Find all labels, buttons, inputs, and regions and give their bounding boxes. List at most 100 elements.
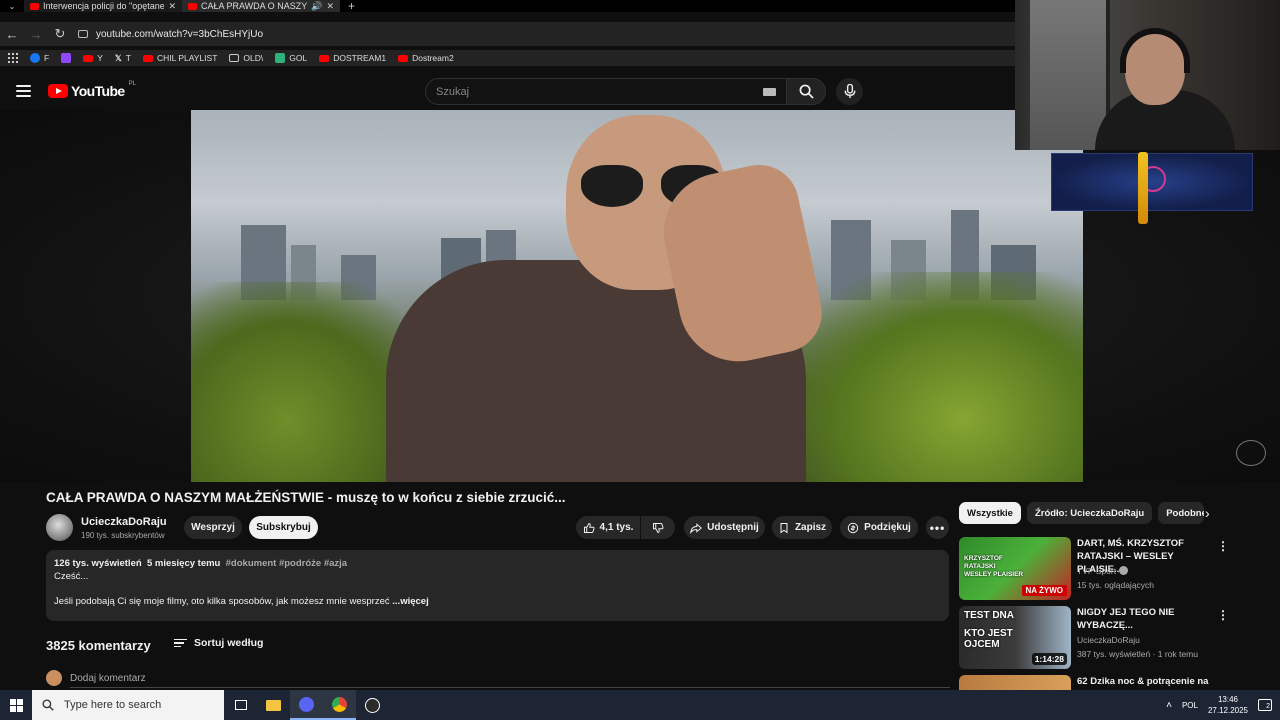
taskbar-search-input[interactable]: Type here to search bbox=[32, 690, 224, 720]
support-button[interactable]: Wesprzyj bbox=[184, 516, 242, 539]
start-button[interactable] bbox=[0, 690, 32, 720]
youtube-logo[interactable]: YouTube PL bbox=[48, 81, 136, 99]
bookmark-icon bbox=[780, 522, 788, 533]
bookmark-dostream1[interactable]: DOSTREAM1 bbox=[319, 53, 386, 63]
close-tab-icon[interactable]: ✕ bbox=[168, 1, 176, 12]
chip-similar[interactable]: Podobne bbox=[1158, 502, 1205, 524]
youtube-icon bbox=[142, 54, 153, 62]
bookmark-chil-playlist[interactable]: CHIL PLAYLIST bbox=[142, 53, 217, 63]
live-badge: NA ŻYWO bbox=[1021, 585, 1067, 596]
close-tab-icon[interactable]: ✕ bbox=[326, 1, 334, 12]
apps-grid-icon[interactable] bbox=[8, 53, 18, 63]
recommendation-item[interactable]: TEST DNA KTO JEST OJCEM 1:14:28 NIGDY JE… bbox=[959, 606, 1239, 670]
site-info-icon[interactable] bbox=[78, 30, 88, 38]
speaker-icon[interactable]: 🔊 bbox=[311, 1, 322, 12]
menu-icon[interactable] bbox=[16, 85, 31, 97]
search-input[interactable]: Szukaj bbox=[425, 78, 787, 105]
channel-watermark-icon[interactable] bbox=[1236, 440, 1266, 466]
bookmark-f[interactable]: F bbox=[30, 53, 49, 63]
folder-icon bbox=[229, 54, 240, 62]
task-view-button[interactable] bbox=[224, 690, 257, 720]
recommendation-item[interactable]: 62 Dzika noc & potrącenie na bbox=[959, 675, 1239, 690]
new-tab-plus-icon[interactable]: + bbox=[340, 0, 363, 13]
bookmark-y[interactable]: Y bbox=[83, 53, 103, 63]
youtube-play-icon bbox=[48, 84, 68, 98]
back-arrow-icon[interactable]: ← bbox=[0, 27, 24, 42]
thumbs-down-icon bbox=[653, 522, 664, 533]
share-button[interactable]: Udostępnij bbox=[684, 516, 765, 539]
voice-search-button[interactable] bbox=[836, 78, 863, 105]
recommendation-meta: 15 tys. oglądających bbox=[1077, 580, 1155, 590]
twitch-icon bbox=[61, 53, 72, 63]
chip-source-channel[interactable]: Źródło: UcieczkaDoRaju bbox=[1026, 502, 1153, 524]
thanks-button[interactable]: Podziękuj bbox=[840, 516, 918, 539]
more-horizontal-icon: ••• bbox=[929, 520, 946, 535]
chevron-up-icon[interactable]: ˄ bbox=[1166, 700, 1172, 711]
tab-title: CAŁA PRAWDA O NASZYM MAŁŻEŃSTWIE bbox=[201, 1, 308, 11]
more-vertical-icon[interactable]: ⋮ bbox=[1217, 539, 1229, 553]
chip-all[interactable]: Wszystkie bbox=[959, 502, 1021, 524]
search-icon bbox=[799, 84, 814, 99]
youtube-icon bbox=[83, 54, 94, 62]
recommendation-channel[interactable]: TVP Sport bbox=[1077, 566, 1129, 576]
keyboard-icon[interactable] bbox=[763, 88, 776, 96]
recommendation-item[interactable]: KRZYSZTOF RATAJSKI WESLEY PLAISIER NA ŻY… bbox=[959, 537, 1239, 601]
browser-tab-1[interactable]: Interwencja policji do "opętanego ✕ bbox=[24, 0, 182, 12]
windows-logo-icon bbox=[9, 698, 23, 712]
file-explorer-button[interactable] bbox=[257, 690, 290, 720]
like-button[interactable]: 4,1 tys. bbox=[576, 516, 640, 539]
youtube-icon bbox=[319, 54, 330, 62]
recommendation-thumbnail[interactable]: KRZYSZTOF RATAJSKI WESLEY PLAISIER NA ŻY… bbox=[959, 537, 1071, 600]
clock[interactable]: 13:46 27.12.2025 bbox=[1208, 694, 1248, 716]
search-button[interactable] bbox=[786, 78, 826, 105]
tab-search-chevron-icon[interactable]: ⌄ bbox=[0, 0, 24, 12]
recommendation-meta: 387 tys. wyświetleń · 1 rok temu bbox=[1077, 649, 1198, 659]
channel-avatar[interactable] bbox=[46, 514, 73, 541]
add-comment-input[interactable]: Dodaj komentarz bbox=[70, 673, 146, 684]
notification-icon[interactable]: 2 bbox=[1258, 699, 1272, 711]
dislike-button[interactable] bbox=[641, 516, 675, 539]
recommendation-channel[interactable]: UcieczkaDoRaju bbox=[1077, 635, 1140, 645]
recommendation-title[interactable]: 62 Dzika noc & potrącenie na bbox=[1077, 675, 1217, 688]
save-button[interactable]: Zapisz bbox=[772, 516, 832, 539]
discord-icon bbox=[299, 696, 314, 712]
tab-title: Interwencja policji do "opętanego bbox=[43, 1, 165, 11]
sort-comments-button[interactable]: Sortuj według bbox=[174, 637, 263, 649]
bookmark-gol[interactable]: GOL bbox=[275, 53, 307, 63]
bookmark-old[interactable]: OLD\ bbox=[229, 53, 263, 63]
user-avatar bbox=[46, 670, 62, 686]
youtube-favicon-icon bbox=[188, 2, 197, 10]
description-box[interactable]: 126 tys. wyświetleń 5 miesięcy temu #dok… bbox=[46, 550, 949, 621]
browser-tab-2[interactable]: CAŁA PRAWDA O NASZYM MAŁŻEŃSTWIE 🔊 ✕ bbox=[182, 0, 340, 12]
channel-row: UcieczkaDoRaju 190 tys. subskrybentów We… bbox=[46, 514, 949, 542]
more-vertical-icon[interactable]: ⋮ bbox=[1217, 608, 1229, 622]
recommendation-title[interactable]: NIGDY JEJ TEGO NIE WYBACZĘ... bbox=[1077, 606, 1217, 632]
bookmark-t[interactable]: 𝕏T bbox=[115, 53, 131, 64]
bookmark-dostream2[interactable]: Dostream2 bbox=[398, 53, 454, 63]
task-view-icon bbox=[234, 700, 247, 710]
discord-button[interactable] bbox=[290, 690, 323, 720]
subscribe-button[interactable]: Subskrybuj bbox=[249, 516, 318, 539]
video-player[interactable] bbox=[191, 110, 1083, 482]
chevron-right-icon[interactable]: › bbox=[1205, 505, 1210, 521]
forward-arrow-icon[interactable]: → bbox=[24, 27, 48, 42]
language-indicator[interactable]: POL bbox=[1182, 701, 1198, 710]
comments-count: 3825 komentarzy bbox=[46, 638, 151, 653]
gol-icon bbox=[275, 53, 286, 63]
video-duration: 1:14:28 bbox=[1031, 653, 1067, 665]
reload-icon[interactable]: ↻ bbox=[48, 26, 72, 42]
show-more-link[interactable]: ...więcej bbox=[392, 596, 428, 607]
url-field[interactable]: youtube.com/watch?v=3bChEsHYjUo bbox=[78, 24, 264, 44]
add-comment-row[interactable]: Dodaj komentarz bbox=[46, 670, 950, 688]
channel-name[interactable]: UcieczkaDoRaju bbox=[81, 516, 167, 528]
description-meta: 126 tys. wyświetleń 5 miesięcy temu #dok… bbox=[54, 558, 348, 569]
chrome-button[interactable] bbox=[323, 690, 356, 720]
recommendation-thumbnail[interactable] bbox=[959, 675, 1071, 690]
description-tags[interactable]: #dokument #podróże #azja bbox=[226, 558, 347, 569]
windows-taskbar: Type here to search ˄ POL 13:46 27.12.20… bbox=[0, 690, 1280, 720]
recommendation-thumbnail[interactable]: TEST DNA KTO JEST OJCEM 1:14:28 bbox=[959, 606, 1071, 669]
obs-button[interactable] bbox=[356, 690, 389, 720]
video-frame-plants-right bbox=[783, 272, 1083, 482]
bookmark-twitch[interactable] bbox=[61, 53, 72, 63]
more-actions-button[interactable]: ••• bbox=[926, 516, 949, 539]
